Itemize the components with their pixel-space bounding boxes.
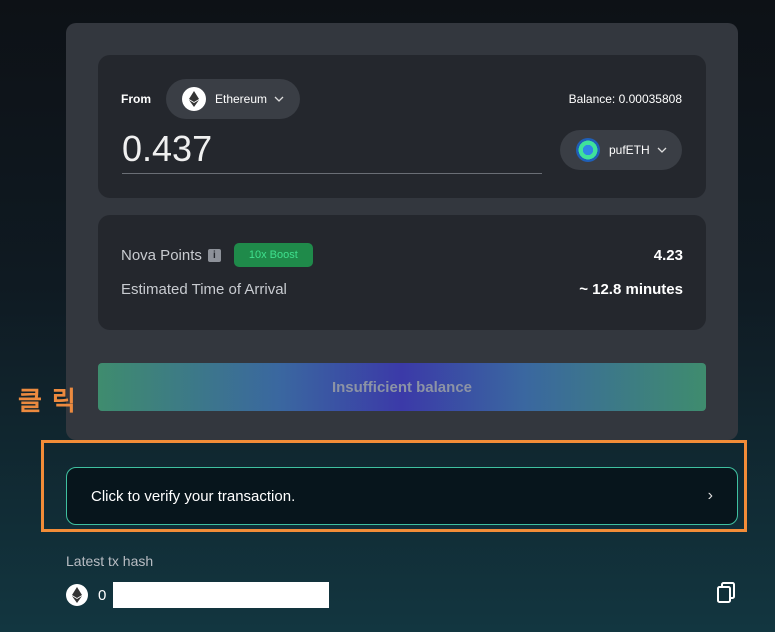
tx-hash-row: 0 [66,582,330,608]
nova-points-value: 4.23 [653,246,683,264]
verify-transaction-button[interactable]: Click to verify your transaction. › [66,467,738,525]
chain-name: Ethereum [215,92,268,106]
chevron-down-icon [274,93,284,105]
bridge-panel: From Ethereum Balance: 0.00035808 0.437 … [66,23,738,440]
amount-input[interactable]: 0.437 [122,127,542,174]
nova-points-label: Nova Points [121,246,202,264]
nova-points-row: Nova Points i 10x Boost 4.23 [121,243,683,267]
boost-badge: 10x Boost [233,243,313,267]
insufficient-balance-button[interactable]: Insufficient balance [98,363,706,411]
ethereum-icon [182,87,206,111]
latest-tx-label: Latest tx hash [66,553,154,569]
eta-label: Estimated Time of Arrival [121,280,287,298]
token-selector[interactable]: pufETH [560,130,682,170]
eta-value: ~ 12.8 minutes [579,280,683,298]
pufeth-token-icon [576,138,600,162]
from-label: From [121,92,151,106]
verify-text: Click to verify your transaction. [91,487,296,505]
chain-selector[interactable]: Ethereum [166,79,300,119]
balance-text: Balance: 0.00035808 [568,92,682,106]
token-name: pufETH [609,143,650,157]
info-icon[interactable]: i [207,248,221,262]
tx-hash-redacted [113,582,330,608]
chevron-down-icon [657,144,667,156]
chevron-right-icon: › [707,487,713,504]
click-annotation: 클릭 [18,386,86,416]
points-card: Nova Points i 10x Boost 4.23 Estimated T… [98,215,706,330]
copy-icon[interactable] [716,582,736,609]
from-card: From Ethereum Balance: 0.00035808 0.437 … [98,55,706,198]
ethereum-icon [66,584,88,606]
tx-hash-prefix: 0 [98,586,107,604]
eta-row: Estimated Time of Arrival ~ 12.8 minutes [121,278,683,300]
